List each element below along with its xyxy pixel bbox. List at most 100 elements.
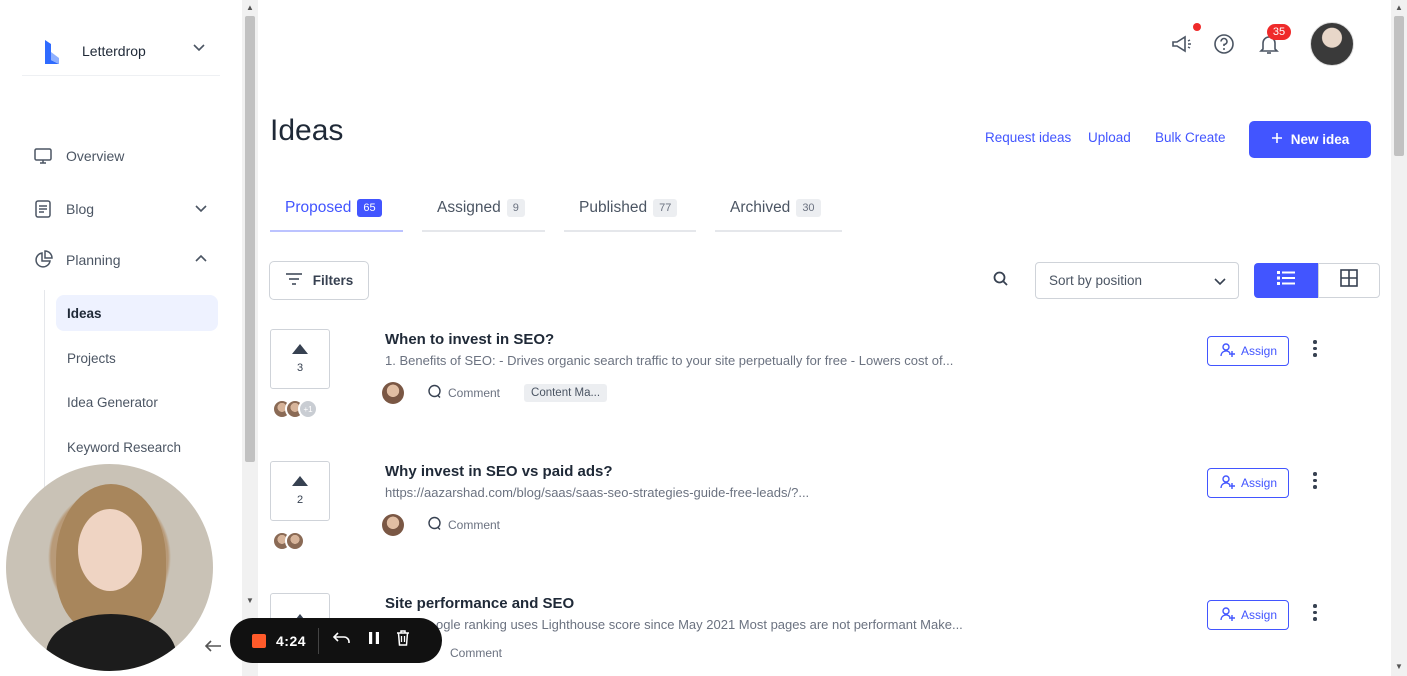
- comment-button[interactable]: Comment: [427, 384, 500, 402]
- search-icon[interactable]: [992, 270, 1010, 293]
- scroll-down-icon[interactable]: ▼: [1395, 662, 1403, 671]
- notification-count-badge: 35: [1267, 24, 1291, 40]
- webcam-face: [78, 509, 142, 591]
- sidebar-item-ideas[interactable]: Ideas: [56, 295, 218, 331]
- content-tag: Content Ma...: [524, 384, 608, 402]
- voter-avatars: +1: [272, 399, 318, 419]
- tab-count-badge: 30: [796, 199, 821, 217]
- filters-button[interactable]: Filters: [269, 261, 369, 300]
- voter-avatars: [272, 531, 305, 551]
- webcam-bubble[interactable]: [6, 464, 213, 671]
- submenu-guide-line: [44, 290, 45, 490]
- document-icon: [32, 198, 54, 220]
- more-options-icon[interactable]: [1313, 472, 1317, 489]
- tab-label: Archived: [730, 199, 791, 216]
- sidebar-item-overview[interactable]: Overview: [22, 139, 222, 173]
- list-view-toggle[interactable]: [1254, 263, 1318, 298]
- scroll-up-icon[interactable]: ▲: [246, 3, 254, 12]
- assign-button[interactable]: Assign: [1207, 336, 1289, 366]
- workspace-switcher[interactable]: Letterdrop: [22, 26, 220, 76]
- vote-count: 3: [296, 362, 304, 374]
- sidebar-scrollbar[interactable]: ▲ ▼: [242, 0, 258, 676]
- tab-proposed[interactable]: Proposed 65: [270, 186, 403, 232]
- pie-chart-icon: [32, 249, 54, 271]
- sidebar-item-label: Blog: [66, 201, 95, 217]
- sidebar-item-label: Overview: [66, 148, 125, 164]
- assign-button[interactable]: Assign: [1207, 600, 1289, 630]
- tab-published[interactable]: Published 77: [564, 186, 696, 232]
- upvote-button[interactable]: 2: [270, 461, 330, 521]
- grid-icon: [1339, 268, 1359, 293]
- sidebar-item-keyword-research[interactable]: Keyword Research: [56, 429, 218, 465]
- idea-title[interactable]: Site performance and SEO: [385, 595, 574, 612]
- upvote-button[interactable]: 3: [270, 329, 330, 389]
- assign-label: Assign: [1240, 608, 1278, 622]
- list-icon: [1276, 269, 1296, 292]
- upload-link[interactable]: Upload: [1088, 130, 1131, 145]
- sidebar-item-idea-generator[interactable]: Idea Generator: [56, 384, 218, 420]
- chevron-up-icon: [194, 252, 208, 269]
- sort-value: Sort by position: [1049, 273, 1143, 288]
- idea-title[interactable]: When to invest in SEO?: [385, 331, 554, 348]
- help-icon[interactable]: [1212, 32, 1236, 56]
- comment-button[interactable]: Comment: [427, 516, 500, 534]
- upvote-arrow-icon: [292, 476, 308, 486]
- letterdrop-logo-icon: [42, 38, 62, 64]
- divider: [318, 627, 320, 654]
- recording-controls: 4:24: [230, 618, 442, 663]
- megaphone-icon[interactable]: [1169, 32, 1193, 56]
- avatar: [382, 514, 404, 536]
- comment-label: Comment: [450, 646, 503, 660]
- undo-icon[interactable]: [332, 631, 351, 650]
- assign-label: Assign: [1240, 344, 1278, 358]
- request-ideas-link[interactable]: Request ideas: [985, 130, 1071, 145]
- workspace-name: Letterdrop: [82, 42, 146, 59]
- user-avatar[interactable]: [1310, 22, 1354, 66]
- idea-card[interactable]: 3 +1 When to invest in SEO? 1. Benefits …: [270, 329, 1380, 459]
- recording-timer: 4:24: [276, 632, 307, 649]
- more-options-icon[interactable]: [1313, 340, 1317, 357]
- scrollbar-thumb[interactable]: [245, 16, 255, 462]
- main-scrollbar[interactable]: ▲ ▼: [1391, 0, 1407, 676]
- sidebar-item-label: Planning: [66, 252, 121, 268]
- stop-recording-button[interactable]: [252, 633, 266, 648]
- comment-button[interactable]: Comment: [450, 646, 502, 660]
- trash-icon[interactable]: [395, 629, 411, 652]
- filter-icon: [285, 272, 303, 289]
- add-user-icon: [1219, 606, 1235, 625]
- scrollbar-thumb[interactable]: [1394, 16, 1404, 156]
- comment-label: Comment: [448, 386, 501, 400]
- bulk-create-link[interactable]: Bulk Create: [1155, 130, 1226, 145]
- assign-button[interactable]: Assign: [1207, 468, 1289, 498]
- idea-card[interactable]: 2 Why invest in SEO vs paid ads? https:/…: [270, 461, 1380, 591]
- avatar: [382, 382, 404, 404]
- chevron-down-icon: [192, 40, 206, 59]
- monitor-icon: [32, 145, 54, 167]
- scroll-down-icon[interactable]: ▼: [246, 596, 254, 605]
- scroll-up-icon[interactable]: ▲: [1395, 3, 1403, 12]
- webcam-body: [46, 614, 176, 671]
- sort-select[interactable]: Sort by position: [1035, 262, 1239, 299]
- grid-view-toggle[interactable]: [1318, 263, 1380, 298]
- new-idea-label: New idea: [1290, 132, 1350, 147]
- tab-count-badge: 77: [653, 199, 678, 217]
- tab-archived[interactable]: Archived 30: [715, 186, 842, 232]
- more-voters-badge: +1: [298, 399, 318, 419]
- sidebar-item-projects[interactable]: Projects: [56, 340, 218, 376]
- idea-description: ogle ranking uses Lighthouse score since…: [436, 617, 963, 632]
- app-root: Letterdrop Overview Blog Planning Ideas …: [0, 0, 1407, 676]
- tab-assigned[interactable]: Assigned 9: [422, 186, 545, 232]
- arrow-left-icon[interactable]: [203, 638, 223, 659]
- announcement-dot: [1193, 23, 1201, 31]
- more-options-icon[interactable]: [1313, 604, 1317, 621]
- idea-description: https://aazarshad.com/blog/saas/saas-seo…: [385, 485, 810, 500]
- pause-icon[interactable]: [367, 630, 381, 651]
- tab-label: Published: [579, 199, 648, 216]
- tab-label: Assigned: [437, 199, 501, 216]
- add-user-icon: [1219, 474, 1235, 493]
- new-idea-button[interactable]: New idea: [1249, 121, 1371, 158]
- idea-title[interactable]: Why invest in SEO vs paid ads?: [385, 463, 613, 480]
- sidebar-item-blog[interactable]: Blog: [22, 192, 222, 226]
- sidebar-item-planning[interactable]: Planning: [22, 243, 222, 277]
- chevron-down-icon: [1212, 273, 1228, 292]
